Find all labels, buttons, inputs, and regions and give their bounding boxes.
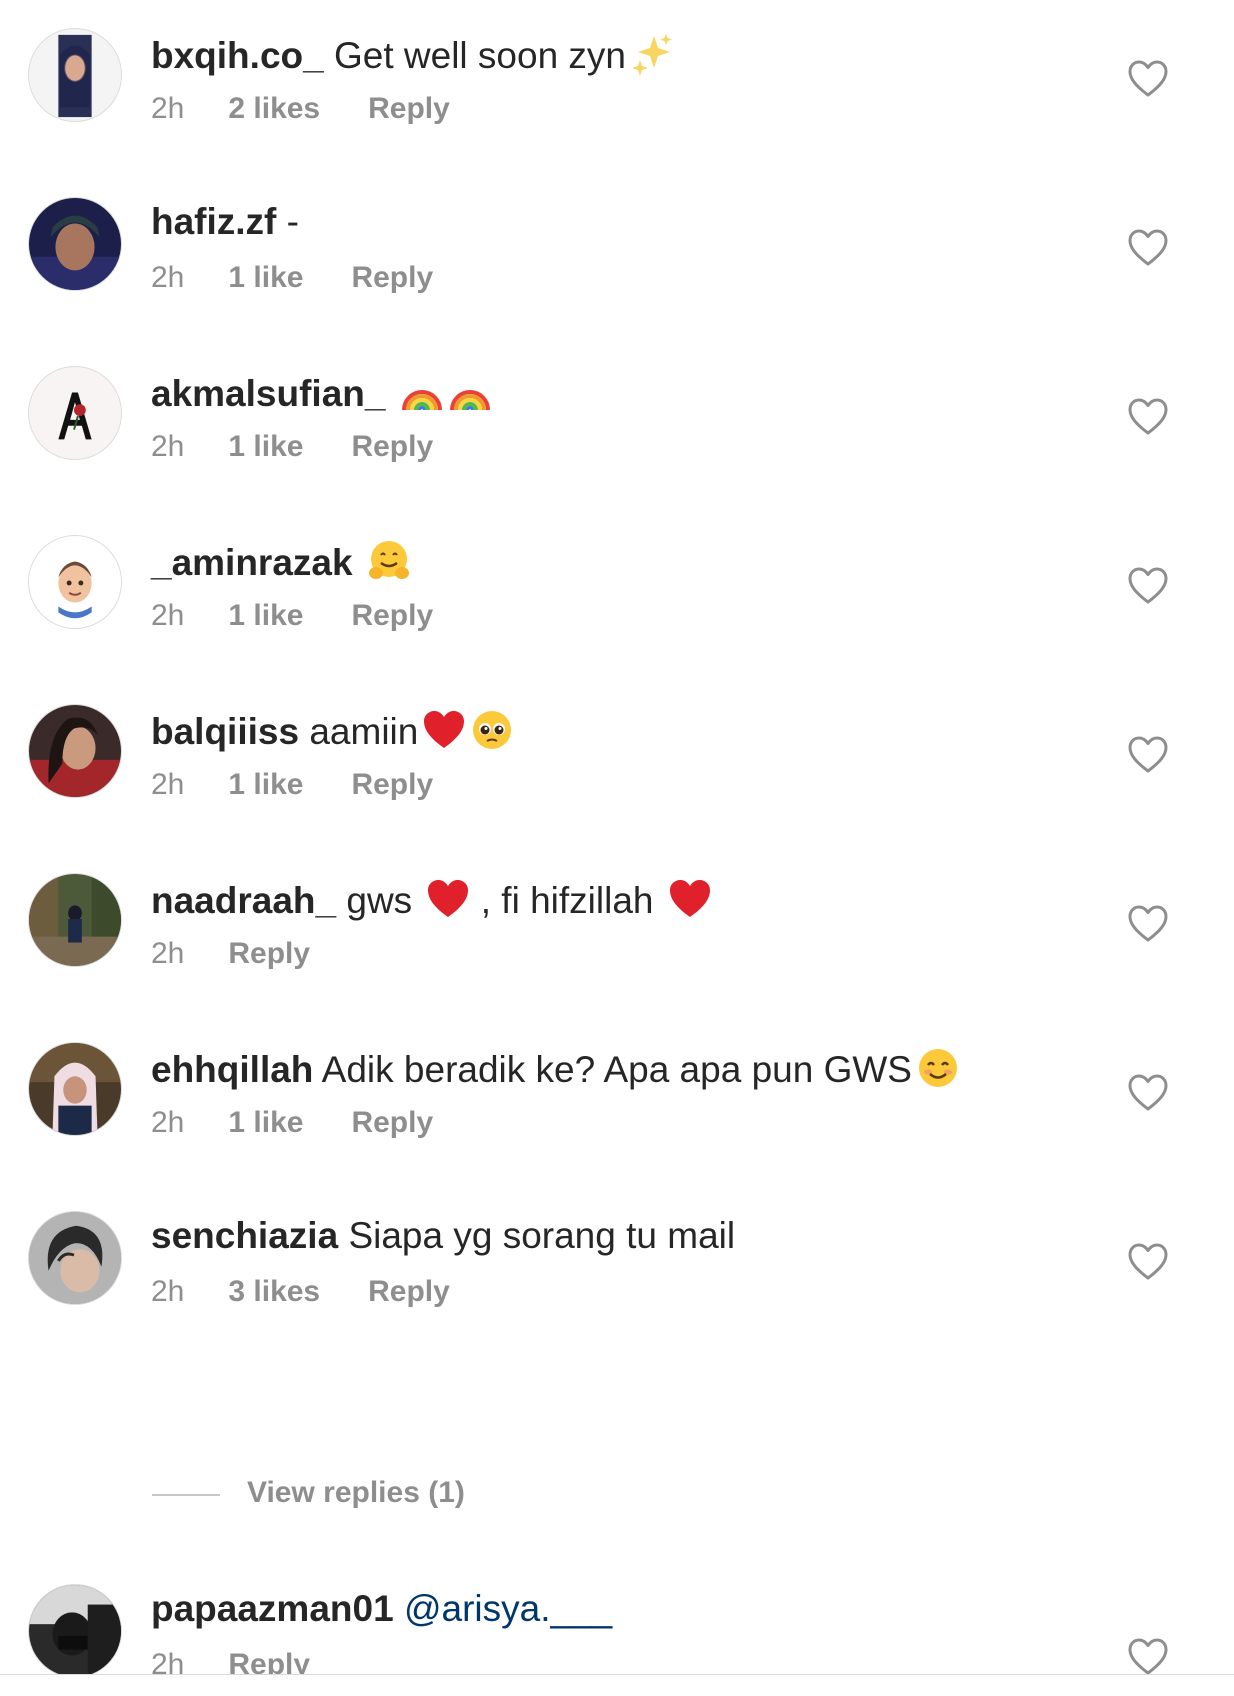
avatar[interactable] [28, 28, 122, 122]
avatar[interactable] [28, 1584, 122, 1678]
comment-text-line: senchiazia Siapa yg sorang tu mail [151, 1215, 735, 1258]
comment-username[interactable]: bxqih.co_ [151, 35, 324, 76]
comment-text-line: hafiz.zf - [151, 201, 299, 244]
reply-button[interactable]: Reply [351, 430, 433, 463]
reply-button[interactable]: Reply [351, 768, 433, 801]
comment-text: aamiin [309, 711, 419, 752]
comment-username[interactable]: papaazman01 [151, 1588, 394, 1629]
rainbow-icon [400, 370, 444, 414]
comment-text: - [286, 201, 299, 242]
comment-item: balqiiiss aamiin 2h 1 like Reply [0, 702, 1234, 852]
view-replies-label[interactable]: View replies (1) [247, 1476, 465, 1510]
comment-text-line: naadraah_ gws , fi hifzillah [151, 877, 712, 923]
comment-meta: 2h 1 like Reply [151, 768, 433, 802]
comment-likes[interactable]: 3 likes [228, 1275, 320, 1308]
like-heart-icon[interactable] [1128, 905, 1168, 943]
like-heart-icon[interactable] [1128, 1638, 1168, 1676]
comment-username[interactable]: ehhqillah [151, 1049, 313, 1090]
bottom-divider [0, 1674, 1234, 1696]
avatar[interactable] [28, 1042, 122, 1136]
comment-meta: 2h 1 like Reply [151, 430, 433, 464]
comment-likes[interactable]: 2 likes [228, 92, 320, 125]
avatar[interactable] [28, 704, 122, 798]
reply-button[interactable]: Reply [351, 1106, 433, 1139]
comment-time: 2h [151, 261, 185, 294]
hugging-face-icon [367, 539, 411, 583]
reply-button[interactable]: Reply [228, 937, 310, 970]
rainbow-icon [448, 370, 492, 414]
comment-text-line: bxqih.co_ Get well soon zyn [151, 32, 674, 78]
comment-item: senchiazia Siapa yg sorang tu mail 2h 3 l… [0, 1209, 1234, 1359]
comments-screen: bxqih.co_ Get well soon zyn 2h 2 likes Rep… [0, 0, 1234, 1696]
avatar[interactable] [28, 366, 122, 460]
comment-time: 2h [151, 92, 185, 125]
comment-username[interactable]: akmalsufian_ [151, 373, 385, 414]
comment-item: naadraah_ gws , fi hifzillah 2h Reply [0, 871, 1234, 1021]
comment-text-line: akmalsufian_ [151, 370, 492, 416]
comment-item: _aminrazak 2h 1 like Reply [0, 533, 1234, 683]
comment-time: 2h [151, 1275, 185, 1308]
comment-item: ehhqillah Adik beradik ke? Apa apa pun G… [0, 1040, 1234, 1190]
avatar[interactable] [28, 1211, 122, 1305]
like-heart-icon[interactable] [1128, 229, 1168, 267]
smiling-face-icon [916, 1046, 960, 1090]
comment-text: Adik beradik ke? Apa apa pun GWS [321, 1049, 912, 1090]
comment-meta: 2h 2 likes Reply [151, 92, 450, 126]
comment-username[interactable]: balqiiiss [151, 711, 299, 752]
avatar[interactable] [28, 873, 122, 967]
comment-meta: 2h 1 like Reply [151, 1106, 433, 1140]
comment-meta: 2h Reply [151, 937, 310, 971]
comment-text-line: ehhqillah Adik beradik ke? Apa apa pun G… [151, 1046, 960, 1092]
like-heart-icon[interactable] [1128, 398, 1168, 436]
comment-text-line: _aminrazak [151, 539, 411, 585]
red-heart-icon [426, 877, 470, 921]
view-replies-line [152, 1494, 220, 1496]
red-heart-icon [668, 877, 712, 921]
comment-time: 2h [151, 1106, 185, 1139]
comment-time: 2h [151, 937, 185, 970]
reply-button[interactable]: Reply [368, 1275, 450, 1308]
comment-text-line: papaazman01 @arisya.___ [151, 1588, 612, 1631]
comment-text: Get well soon zyn [333, 35, 627, 76]
comment-likes[interactable]: 1 like [228, 599, 303, 632]
comment-time: 2h [151, 768, 185, 801]
reply-button[interactable]: Reply [368, 92, 450, 125]
sparkles-icon [630, 32, 674, 76]
comment-text: , fi hifzillah [480, 880, 654, 921]
comment-username[interactable]: senchiazia [151, 1215, 338, 1256]
comment-text: Siapa yg sorang tu mail [348, 1215, 736, 1256]
comment-username[interactable]: _aminrazak [151, 542, 353, 583]
comment-text: gws [346, 880, 413, 921]
avatar[interactable] [28, 197, 122, 291]
comment-username[interactable]: naadraah_ [151, 880, 336, 921]
comment-username[interactable]: hafiz.zf [151, 201, 276, 242]
comment-text-line: balqiiiss aamiin [151, 708, 514, 754]
comment-meta: 2h 1 like Reply [151, 599, 433, 633]
avatar[interactable] [28, 535, 122, 629]
comment-item: akmalsufian_ 2h 1 like Reply [0, 364, 1234, 514]
reply-button[interactable]: Reply [351, 599, 433, 632]
pleading-face-icon [470, 708, 514, 752]
like-heart-icon[interactable] [1128, 567, 1168, 605]
comment-likes[interactable]: 1 like [228, 430, 303, 463]
comment-meta: 2h 1 like Reply [151, 261, 433, 295]
like-heart-icon[interactable] [1128, 736, 1168, 774]
comment-time: 2h [151, 599, 185, 632]
like-heart-icon[interactable] [1128, 1243, 1168, 1281]
red-heart-icon [422, 708, 466, 752]
comment-meta: 2h 3 likes Reply [151, 1275, 450, 1309]
comment-item: bxqih.co_ Get well soon zyn 2h 2 likes Rep… [0, 26, 1234, 176]
like-heart-icon[interactable] [1128, 60, 1168, 98]
comment-likes[interactable]: 1 like [228, 261, 303, 294]
comment-item: hafiz.zf - 2h 1 like Reply [0, 195, 1234, 345]
comment-likes[interactable]: 1 like [228, 768, 303, 801]
like-heart-icon[interactable] [1128, 1074, 1168, 1112]
reply-button[interactable]: Reply [351, 261, 433, 294]
comment-likes[interactable]: 1 like [228, 1106, 303, 1139]
comment-mention[interactable]: @arisya.___ [404, 1588, 612, 1629]
comment-time: 2h [151, 430, 185, 463]
